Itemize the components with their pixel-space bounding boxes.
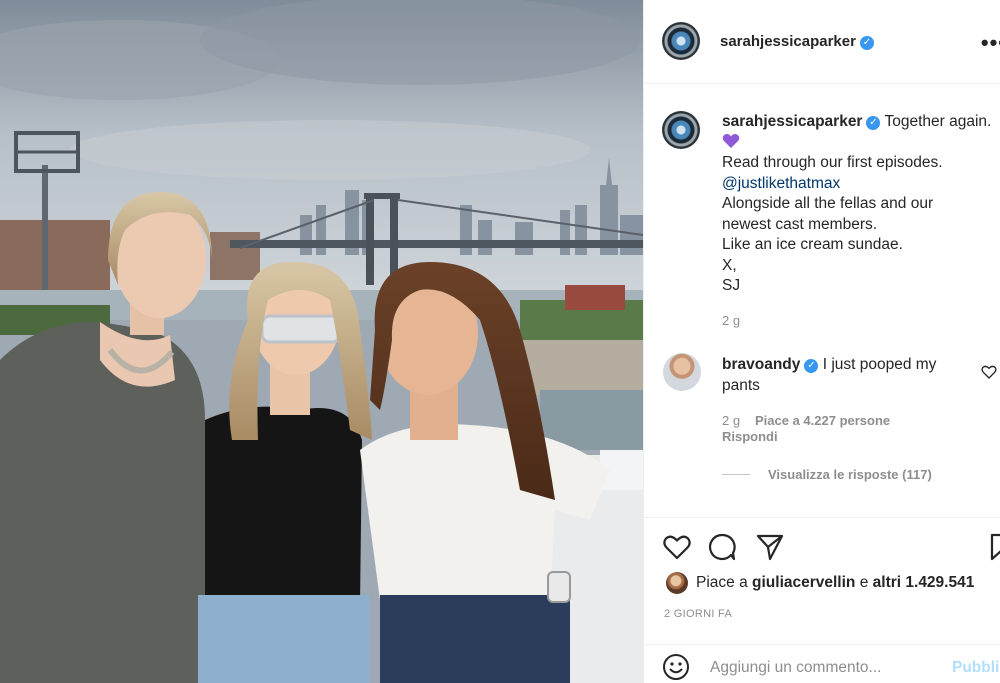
commenter-username[interactable]: bravoandy [722,356,800,373]
caption-username[interactable]: sarahjessicaparker [722,113,862,130]
caption-line: Alongside all the fellas and our [722,195,934,212]
comment-text-part1: I just pooped my [822,356,937,373]
photo-illustration [0,0,643,683]
comment-likes-count[interactable]: Piace a 4.227 persone [755,413,890,428]
caption-line: SJ [722,277,741,294]
purple-heart-icon [722,133,997,154]
like-heart-icon[interactable] [662,532,692,562]
add-comment-bar: Aggiungi un commento... Pubblica [644,644,1000,683]
replies-divider [722,474,750,475]
publish-button[interactable]: Pubblica [952,659,1000,677]
comment: bravoandy ✓ I just pooped my pants [722,355,977,396]
comment-timestamp[interactable]: 2 g [722,413,740,428]
caption-line: X, [722,256,737,274]
author-username[interactable]: sarahjessicaparker ✓ [720,33,874,50]
caption-line: Read through our first episodes. [722,154,943,171]
author-username-text[interactable]: sarahjessicaparker [720,33,856,50]
liker-username[interactable]: giuliacervellin [752,574,855,591]
save-bookmark-icon[interactable] [988,532,1000,562]
caption-author-avatar[interactable] [662,111,700,149]
caption-timestamp[interactable]: 2 g [722,313,740,328]
caption-line: newest cast members. [722,215,878,233]
caption: sarahjessicaparker ✓ Together again. Read… [722,112,997,297]
caption-mention-link[interactable]: @justlikethatmax [722,174,997,195]
comments-section: sarahjessicaparker ✓ Together again. Read… [644,85,1000,517]
likes-count[interactable]: altri 1.429.541 [873,574,975,591]
reply-button[interactable]: Rispondi [722,429,778,444]
verified-badge-icon: ✓ [866,116,881,130]
post-photo[interactable] [0,0,643,683]
comment-like-heart-icon[interactable] [981,364,997,380]
likes-summary[interactable]: Piace a giuliacervellin e altri 1.429.54… [696,574,974,592]
post-actions: Piace a giuliacervellin e altri 1.429.54… [644,517,1000,683]
more-options-icon[interactable]: ••• [981,30,1000,56]
verified-badge-icon: ✓ [804,359,819,373]
comment-text-part2: pants [722,376,760,394]
emoji-smiley-icon[interactable] [662,653,690,681]
post-sidebar: sarahjessicaparker✓ ••• sarahjessicapark… [643,0,1000,683]
share-paper-plane-icon[interactable] [755,532,785,562]
verified-badge-icon: ✓ [859,36,874,50]
caption-first-line: Together again. [884,113,992,130]
post-date[interactable]: 2 GIORNI FA [664,608,732,620]
liker-avatar[interactable] [666,572,688,594]
caption-line: Like an ice cream sundae. [722,236,903,253]
comment-input[interactable]: Aggiungi un commento... [710,659,881,677]
author-avatar[interactable] [662,22,700,60]
likes-middle: e [859,574,869,591]
likes-prefix: Piace a [696,574,748,591]
comment-bubble-icon[interactable] [707,532,737,562]
view-replies-button[interactable]: Visualizza le risposte (117) [768,467,932,482]
post-header: sarahjessicaparker✓ ••• [644,0,1000,84]
commenter-avatar[interactable] [663,353,701,391]
